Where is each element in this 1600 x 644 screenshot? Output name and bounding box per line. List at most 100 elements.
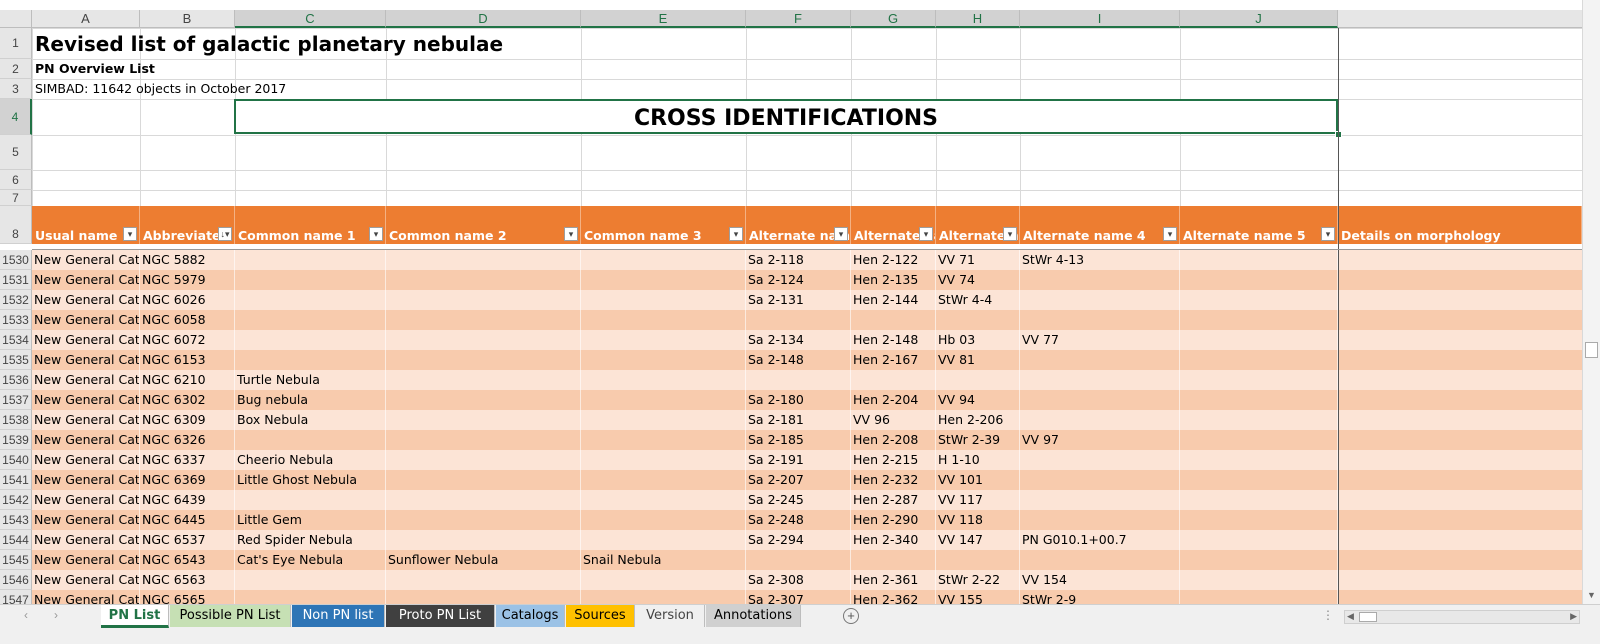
- row-header-1[interactable]: 1: [0, 28, 32, 59]
- table-cell[interactable]: [851, 370, 936, 390]
- table-cell[interactable]: NGC 6302: [140, 390, 235, 410]
- table-cell[interactable]: [1180, 250, 1338, 270]
- table-cell[interactable]: VV 97: [1020, 430, 1180, 450]
- table-cell[interactable]: NGC 6563: [140, 570, 235, 590]
- table-cell[interactable]: New General Catalogue: [32, 430, 140, 450]
- table-cell[interactable]: New General Catalogue: [32, 570, 140, 590]
- table-cell[interactable]: [1180, 330, 1338, 350]
- table-cell[interactable]: VV 74: [936, 270, 1020, 290]
- table-cell[interactable]: Hen 2-340: [851, 530, 936, 550]
- table-cell[interactable]: Cat's Eye Nebula: [235, 550, 386, 570]
- table-cell[interactable]: New General Catalogue: [32, 270, 140, 290]
- tab-version[interactable]: Version: [636, 605, 705, 627]
- table-cell[interactable]: VV 117: [936, 490, 1020, 510]
- table-cell[interactable]: Hen 2-232: [851, 470, 936, 490]
- table-cell[interactable]: Sunflower Nebula: [386, 550, 581, 570]
- table-cell[interactable]: Hen 2-290: [851, 510, 936, 530]
- row-header-1534[interactable]: 1534: [0, 330, 32, 350]
- table-cell[interactable]: [386, 490, 581, 510]
- table-cell[interactable]: Sa 2-118: [746, 250, 851, 270]
- row-header-1531[interactable]: 1531: [0, 270, 32, 290]
- table-cell[interactable]: VV 147: [936, 530, 1020, 550]
- table-cell[interactable]: [235, 250, 386, 270]
- tab-non-pn-list[interactable]: Non PN list: [292, 605, 385, 627]
- table-cell[interactable]: Hen 2-215: [851, 450, 936, 470]
- column-header-e[interactable]: E: [581, 10, 746, 28]
- tab-annotations[interactable]: Annotations: [706, 605, 801, 627]
- table-cell[interactable]: Hen 2-148: [851, 330, 936, 350]
- table-cell[interactable]: [1020, 310, 1180, 330]
- vertical-scrollbar[interactable]: ▼: [1582, 0, 1600, 604]
- table-cell[interactable]: PN G010.1+00.7: [1020, 530, 1180, 550]
- table-cell[interactable]: New General Catalogue: [32, 330, 140, 350]
- table-cell[interactable]: NGC 5979: [140, 270, 235, 290]
- tab-split-handle-icon[interactable]: ⋮: [1322, 608, 1334, 622]
- table-cell[interactable]: Sa 2-134: [746, 330, 851, 350]
- table-cell[interactable]: [386, 270, 581, 290]
- table-cell[interactable]: NGC 6439: [140, 490, 235, 510]
- table-cell[interactable]: Sa 2-294: [746, 530, 851, 550]
- table-cell[interactable]: New General Catalogue: [32, 390, 140, 410]
- row-header-4[interactable]: 4: [0, 99, 32, 135]
- table-cell[interactable]: Bug nebula: [235, 390, 386, 410]
- table-cell[interactable]: [1180, 550, 1338, 570]
- row-header-1535[interactable]: 1535: [0, 350, 32, 370]
- table-cell[interactable]: Sa 2-180: [746, 390, 851, 410]
- table-cell[interactable]: [235, 270, 386, 290]
- table-cell[interactable]: [1180, 310, 1338, 330]
- table-cell[interactable]: [936, 550, 1020, 570]
- filter-dropdown-icon[interactable]: ▾: [1163, 227, 1177, 241]
- table-cell[interactable]: [1180, 410, 1338, 430]
- table-cell[interactable]: StWr 4-4: [936, 290, 1020, 310]
- table-cell[interactable]: StWr 2-39: [936, 430, 1020, 450]
- table-cell[interactable]: [1180, 570, 1338, 590]
- tab-scroll-left-icon[interactable]: ‹: [24, 608, 28, 622]
- tab-pn-list[interactable]: PN List: [101, 605, 169, 628]
- filter-dropdown-icon[interactable]: ▾: [1321, 227, 1335, 241]
- table-cell[interactable]: StWr 2-22: [936, 570, 1020, 590]
- table-cell[interactable]: [581, 350, 746, 370]
- table-cell[interactable]: Sa 2-185: [746, 430, 851, 450]
- table-cell[interactable]: NGC 6026: [140, 290, 235, 310]
- select-all-corner[interactable]: [0, 10, 32, 28]
- table-cell[interactable]: Hen 2-204: [851, 390, 936, 410]
- table-cell[interactable]: [581, 510, 746, 530]
- table-cell[interactable]: Hen 2-167: [851, 350, 936, 370]
- scroll-thumb[interactable]: [1585, 342, 1598, 358]
- row-header-1536[interactable]: 1536: [0, 370, 32, 390]
- row-header-1541[interactable]: 1541: [0, 470, 32, 490]
- row-header-6[interactable]: 6: [0, 170, 32, 190]
- subtitle-cell[interactable]: PN Overview List: [33, 59, 333, 79]
- filter-dropdown-icon[interactable]: ▾: [369, 227, 383, 241]
- table-cell[interactable]: [1020, 390, 1180, 410]
- table-cell[interactable]: NGC 6153: [140, 350, 235, 370]
- filter-dropdown-icon[interactable]: ▾: [834, 227, 848, 241]
- row-header-7[interactable]: 7: [0, 190, 32, 206]
- tab-scroll-right-icon[interactable]: ›: [54, 608, 58, 622]
- table-cell[interactable]: [1180, 270, 1338, 290]
- column-header-i[interactable]: I: [1020, 10, 1180, 28]
- row-header-5[interactable]: 5: [0, 135, 32, 170]
- table-cell[interactable]: Sa 2-131: [746, 290, 851, 310]
- table-cell[interactable]: [936, 370, 1020, 390]
- table-cell[interactable]: [581, 410, 746, 430]
- table-cell[interactable]: Sa 2-148: [746, 350, 851, 370]
- table-cell[interactable]: [851, 310, 936, 330]
- table-cell[interactable]: NGC 6072: [140, 330, 235, 350]
- column-header-a[interactable]: A: [32, 10, 140, 28]
- table-cell[interactable]: VV 118: [936, 510, 1020, 530]
- column-header-b[interactable]: B: [140, 10, 235, 28]
- table-cell[interactable]: [1020, 410, 1180, 430]
- table-cell[interactable]: [581, 250, 746, 270]
- table-cell[interactable]: New General Catalogue: [32, 470, 140, 490]
- table-cell[interactable]: New General Catalogue: [32, 410, 140, 430]
- filter-dropdown-icon[interactable]: ▾: [564, 227, 578, 241]
- table-cell[interactable]: Sa 2-191: [746, 450, 851, 470]
- table-cell[interactable]: [1020, 510, 1180, 530]
- table-cell[interactable]: [581, 490, 746, 510]
- table-cell[interactable]: Sa 2-248: [746, 510, 851, 530]
- row-header-1540[interactable]: 1540: [0, 450, 32, 470]
- table-cell[interactable]: [386, 430, 581, 450]
- cross-identifications-merged-cell[interactable]: CROSS IDENTIFICATIONS: [234, 99, 1338, 134]
- table-cell[interactable]: H 1-10: [936, 450, 1020, 470]
